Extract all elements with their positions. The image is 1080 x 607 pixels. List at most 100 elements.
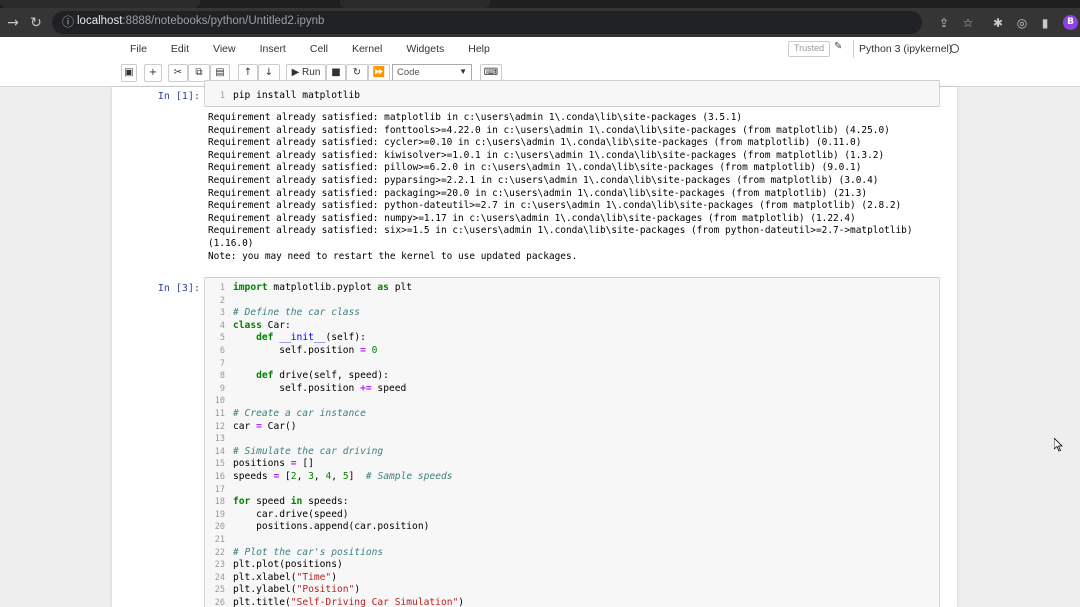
run-label: Run (302, 67, 321, 78)
code-line[interactable]: 7 (205, 358, 233, 371)
mouse-cursor-icon (1054, 438, 1063, 452)
output-line: Requirement already satisfied: six>=1.5 … (208, 225, 913, 237)
output-line: Requirement already satisfied: fonttools… (208, 124, 890, 136)
extensions-icon[interactable]: ✱ (990, 15, 1006, 31)
code-line[interactable]: 3 # Define the car class (205, 307, 360, 320)
forward-icon[interactable]: → (4, 14, 22, 32)
line-number: 15 (214, 459, 225, 470)
side-panel-icon[interactable]: ▮ (1037, 15, 1053, 31)
code-line[interactable]: 12 car = Car() (205, 421, 297, 434)
line-number: 9 (219, 383, 225, 394)
output-line: Requirement already satisfied: pyparsing… (208, 175, 879, 186)
media-icon[interactable]: ◎ (1014, 15, 1030, 31)
line-number: 6 (219, 346, 225, 356)
browser-tab[interactable] (0, 0, 200, 8)
code-line[interactable]: 17 (205, 484, 233, 497)
line-number: 1 (219, 91, 225, 101)
address-url[interactable]: localhost:8888/notebooks/python/Untitled… (77, 15, 324, 27)
line-number: 20 (214, 522, 225, 533)
code-line[interactable]: 16 speeds = [2, 3, 4, 5] # Sample speeds (205, 471, 453, 484)
site-info-icon[interactable]: ⓘ (60, 14, 76, 30)
profile-avatar[interactable]: B (1063, 15, 1078, 30)
save-icon[interactable]: ▣ (121, 64, 137, 82)
code-line[interactable]: 13 (205, 433, 233, 446)
line-number: 7 (219, 358, 225, 369)
code-line[interactable]: 22 # Plot the car's positions (205, 547, 383, 560)
line-number: 19 (214, 509, 225, 520)
line-number: 22 (214, 547, 225, 558)
menu-view[interactable]: View (201, 37, 248, 61)
line-number: 2 (219, 295, 225, 306)
line-number: 26 (214, 598, 225, 607)
kernel-name[interactable]: Python 3 (ipykernel) (853, 40, 952, 58)
output-line: Note: you may need to restart the kernel… (208, 250, 578, 262)
code-line[interactable]: 26 plt.title("Self-Driving Car Simulation… (205, 597, 464, 607)
code-line[interactable]: 1 import matplotlib.pyplot as plt (205, 282, 412, 295)
code-line[interactable]: 25 plt.ylabel("Position") (205, 584, 360, 597)
line-number: 18 (214, 497, 225, 508)
menu-cell[interactable]: Cell (298, 37, 340, 61)
line-number: 5 (219, 333, 225, 344)
line-number: 10 (214, 396, 225, 407)
reload-icon[interactable]: ↻ (27, 14, 45, 32)
share-icon[interactable]: ⇪ (936, 15, 952, 31)
code-line[interactable]: 14 # Simulate the car driving (205, 446, 383, 459)
menu-file[interactable]: File (118, 37, 159, 61)
menu-insert[interactable]: Insert (248, 37, 298, 61)
output-line: (1.16.0) (208, 238, 254, 249)
line-number: 3 (219, 308, 225, 319)
code-line[interactable]: 4 class Car: (205, 320, 291, 333)
line-number: 4 (219, 320, 225, 331)
code-cell-input[interactable]: 1 pip install matplotlib (204, 80, 940, 107)
menu-bar: File Edit View Insert Cell Kernel Widget… (118, 37, 502, 61)
line-number: 23 (214, 560, 225, 571)
output-line: Requirement already satisfied: packaging… (208, 187, 868, 199)
menu-widgets[interactable]: Widgets (394, 37, 456, 61)
code-line[interactable]: 8 def drive(self, speed): (205, 370, 389, 383)
menu-edit[interactable]: Edit (159, 37, 201, 61)
line-number: 8 (219, 371, 225, 382)
pencil-icon[interactable]: ✎ (834, 41, 842, 52)
line-number: 12 (214, 421, 225, 432)
code-line[interactable]: 11 # Create a car instance (205, 408, 366, 421)
line-number: 16 (214, 472, 225, 482)
chevron-down-icon: ▼ (459, 67, 467, 76)
kernel-status-icon (950, 44, 959, 53)
code-line[interactable]: 20 positions.append(car.position) (205, 521, 430, 534)
output-line: Requirement already satisfied: pillow>=6… (208, 162, 862, 174)
browser-tab-strip (0, 0, 1080, 8)
code-line[interactable]: 21 (205, 534, 233, 547)
line-number: 11 (214, 409, 225, 419)
menu-help[interactable]: Help (456, 37, 502, 61)
code-line[interactable]: 10 (205, 395, 233, 408)
browser-toolbar: → ↻ ⓘ localhost:8888/notebooks/python/Un… (0, 8, 1080, 37)
browser-tab[interactable] (340, 0, 490, 8)
code-cell-input[interactable]: 1 import matplotlib.pyplot as plt 2 3 # Defi… (204, 277, 940, 607)
line-number: 21 (214, 535, 225, 545)
code-line[interactable]: 6 self.position = 0 (205, 345, 378, 358)
output-line: Requirement already satisfied: python-da… (208, 200, 902, 212)
code-line[interactable]: 9 self.position += speed (205, 383, 406, 396)
line-number: 17 (214, 484, 225, 495)
cut-icon[interactable]: ✂ (168, 64, 188, 82)
cell-prompt: In [1]: (157, 91, 200, 102)
insert-cell-icon[interactable]: + (144, 64, 162, 82)
code-line[interactable]: 1 pip install matplotlib (205, 90, 360, 103)
code-line[interactable]: 24 plt.xlabel("Time") (205, 572, 337, 585)
line-number: 25 (214, 585, 225, 596)
code-line[interactable]: 18 for speed in speeds: (205, 496, 349, 509)
code-line[interactable]: 2 (205, 295, 233, 308)
code-line[interactable]: 15 positions = [] (205, 458, 314, 471)
code-line[interactable]: 23 plt.plot(positions) (205, 559, 343, 572)
line-number: 14 (214, 446, 225, 457)
menu-kernel[interactable]: Kernel (340, 37, 394, 61)
output-line: Requirement already satisfied: matplotli… (208, 112, 743, 123)
code-line[interactable]: 5 def __init__(self): (205, 332, 366, 345)
address-bar[interactable]: ⓘ localhost:8888/notebooks/python/Untitl… (52, 11, 922, 34)
code-line[interactable]: 19 car.drive(speed) (205, 509, 349, 522)
trusted-badge[interactable]: Trusted (788, 41, 831, 57)
line-number: 13 (214, 434, 225, 445)
bookmark-star-icon[interactable]: ☆ (960, 15, 976, 31)
cell-type-value: Code (397, 67, 420, 78)
output-line: Requirement already satisfied: numpy>=1.… (208, 212, 856, 224)
